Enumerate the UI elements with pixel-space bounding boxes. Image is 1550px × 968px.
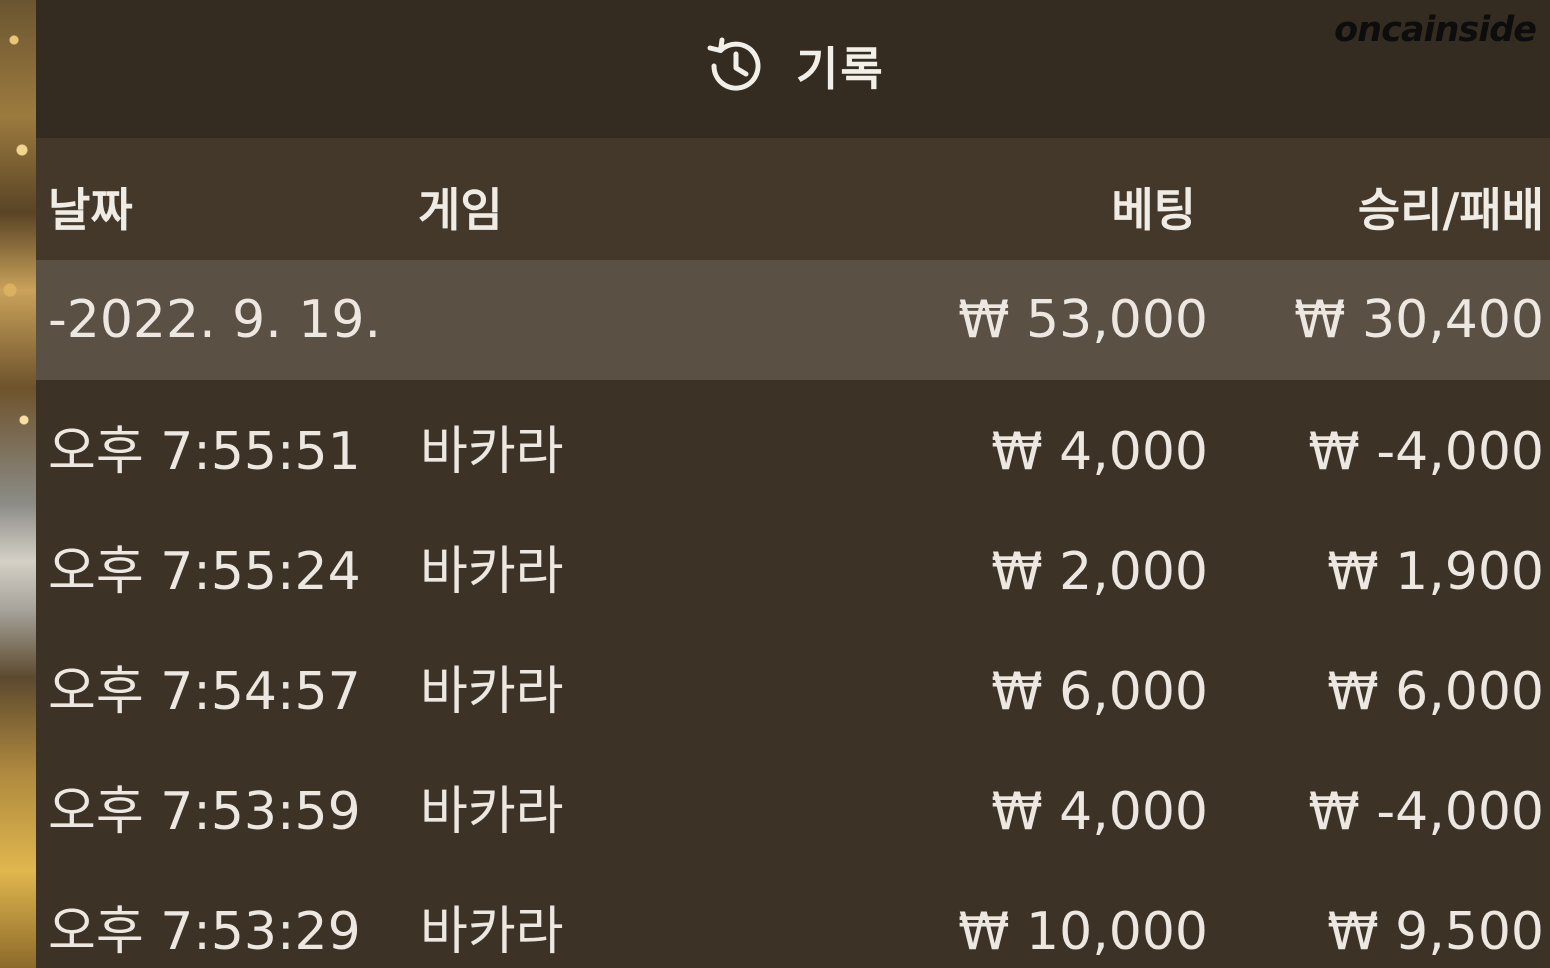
- table-row[interactable]: 오후 7:53:29 바카라 ₩ 10,000 ₩ 9,500: [36, 872, 1550, 968]
- row-bet: ₩ 2,000: [991, 542, 1208, 602]
- history-panel: 기록 날짜 게임 베팅 승리/패배 -2022. 9. 19. ₩ 53,000…: [36, 0, 1550, 968]
- background-casino-image: [0, 0, 36, 968]
- table-row[interactable]: 오후 7:55:51 바카라 ₩ 4,000 ₩ -4,000: [36, 392, 1550, 512]
- table-row[interactable]: 오후 7:55:24 바카라 ₩ 2,000 ₩ 1,900: [36, 512, 1550, 632]
- row-time: 오후 7:54:57: [48, 662, 361, 722]
- row-time: 오후 7:53:29: [48, 902, 361, 962]
- watermark-logo: oncainside: [1334, 10, 1537, 50]
- panel-title: 기록: [796, 42, 885, 96]
- summary-row-date-group[interactable]: -2022. 9. 19. ₩ 53,000 ₩ 30,400: [36, 260, 1550, 380]
- column-header-bet: 베팅: [1111, 183, 1196, 237]
- column-header-game: 게임: [418, 183, 503, 237]
- row-result: ₩ 6,000: [1327, 662, 1544, 722]
- row-result: ₩ -4,000: [1308, 782, 1544, 842]
- row-game: 바카라: [420, 782, 564, 842]
- row-time: 오후 7:55:51: [48, 422, 361, 482]
- row-bet: ₩ 4,000: [991, 422, 1208, 482]
- row-game: 바카라: [420, 902, 564, 962]
- row-game: 바카라: [420, 422, 564, 482]
- row-result: ₩ -4,000: [1308, 422, 1544, 482]
- table-row[interactable]: 오후 7:54:57 바카라 ₩ 6,000 ₩ 6,000: [36, 632, 1550, 752]
- row-result: ₩ 1,900: [1327, 542, 1544, 602]
- row-result: ₩ 9,500: [1327, 902, 1544, 962]
- summary-result: ₩ 30,400: [1294, 290, 1544, 350]
- column-header-row: 날짜 게임 베팅 승리/패배: [36, 138, 1550, 260]
- row-bet: ₩ 10,000: [958, 902, 1208, 962]
- panel-title-group: 기록: [700, 30, 885, 102]
- summary-date: -2022. 9. 19.: [48, 290, 381, 350]
- row-bet: ₩ 4,000: [991, 782, 1208, 842]
- table-row[interactable]: 오후 7:53:59 바카라 ₩ 4,000 ₩ -4,000: [36, 752, 1550, 872]
- row-bet: ₩ 6,000: [991, 662, 1208, 722]
- column-header-result: 승리/패배: [1357, 183, 1544, 237]
- app-root: 기록 날짜 게임 베팅 승리/패배 -2022. 9. 19. ₩ 53,000…: [0, 0, 1550, 968]
- panel-header: 기록: [36, 0, 1550, 138]
- row-game: 바카라: [420, 542, 564, 602]
- row-time: 오후 7:53:59: [48, 782, 361, 842]
- column-header-date: 날짜: [48, 183, 133, 237]
- history-icon: [700, 32, 768, 100]
- row-game: 바카라: [420, 662, 564, 722]
- row-time: 오후 7:55:24: [48, 542, 361, 602]
- summary-bet: ₩ 53,000: [958, 290, 1208, 350]
